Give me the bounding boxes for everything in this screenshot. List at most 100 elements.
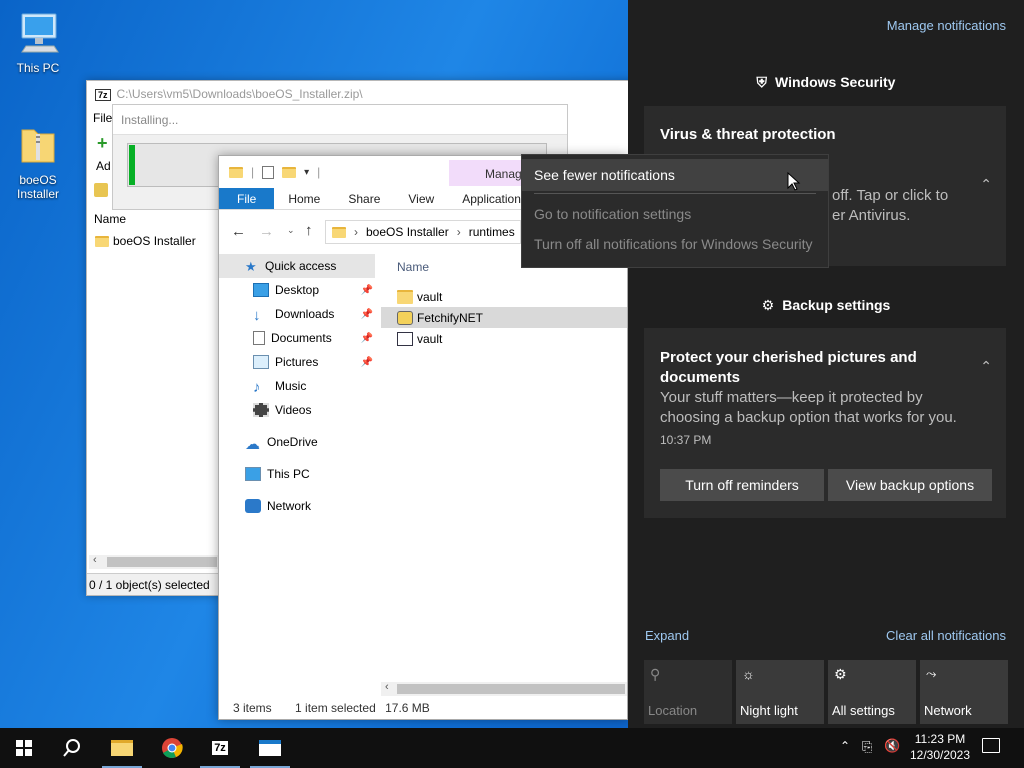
taskbar-7zip[interactable]: 7z [196,728,244,768]
menu-item-notification-settings[interactable]: Go to notification settings [522,198,828,230]
up-folder-icon[interactable] [94,183,108,197]
volume-muted-icon[interactable]: 🔇 [884,738,900,754]
clear-all-notifications-link[interactable]: Clear all notifications [886,628,1006,643]
nav-item-documents[interactable]: Documents 📌 [219,326,377,350]
clock-time: 11:23 PM [914,732,966,746]
installing-label: Installing... [113,105,567,135]
properties-icon[interactable] [262,165,275,179]
nav-item-network[interactable]: Network [219,494,377,518]
scroll-thumb[interactable] [397,684,625,694]
nav-item-music[interactable]: ♪ Music [219,374,377,398]
taskbar-chrome[interactable] [148,728,196,768]
list-item-label: boeOS Installer [113,234,196,248]
network-tray-icon[interactable]: ⎘ [862,739,872,755]
forward-icon[interactable]: → [259,223,274,240]
new-folder-icon[interactable] [282,166,297,178]
tab-home[interactable]: Home [274,188,334,209]
quick-action-all-settings[interactable]: ⚙ All settings [828,660,916,724]
list-item[interactable]: vault [381,286,627,307]
scroll-left-icon[interactable]: ‹ [385,681,389,693]
taskbar-file-explorer[interactable] [98,728,146,768]
manage-notifications-link[interactable]: Manage notifications [887,18,1006,33]
quick-action-night-light[interactable]: ☼ Night light [736,660,824,724]
view-backup-options-button[interactable]: View backup options [828,469,992,501]
breadcrumb-item[interactable]: runtimes [469,225,515,239]
chevron-up-icon[interactable]: ⌃ [980,358,992,375]
nav-item-label: Videos [275,403,312,417]
zip-folder-icon [21,129,55,163]
quick-action-label: Night light [740,703,798,718]
chrome-icon [162,738,183,758]
taskbar-installer-app[interactable] [246,728,294,768]
notification-center-icon[interactable] [982,738,1000,753]
explorer-hscrollbar[interactable]: ‹ [381,681,627,696]
chevron-down-icon[interactable]: ▾ [304,167,309,178]
quick-action-location[interactable]: ⚲ Location [644,660,732,724]
nav-item-this-pc[interactable]: This PC [219,462,377,486]
navigation-pane: ★ Quick access Desktop 📌 ↓ Downloads 📌 D… [219,254,377,518]
start-button[interactable] [0,728,48,768]
application-icon [397,310,413,325]
chevron-up-icon[interactable]: ⌃ [980,176,992,193]
breadcrumb-chevron-icon[interactable]: › [457,225,461,239]
sevenzip-icon: 7z [212,741,228,755]
expand-link[interactable]: Expand [645,628,689,643]
network-icon [245,499,261,513]
menu-item-see-fewer[interactable]: See fewer notifications [522,159,828,191]
notification-card-backup[interactable]: Protect your cherished pictures and docu… [644,328,1006,518]
tab-share[interactable]: Share [334,188,394,209]
nav-item-videos[interactable]: Videos [219,398,377,422]
sevenzip-column-name[interactable]: Name [94,212,126,226]
tab-view[interactable]: View [394,188,448,209]
sevenzip-hscrollbar[interactable]: ‹ [89,554,219,569]
group-title: Backup settings [782,297,891,313]
up-arrow-icon[interactable]: ↑ [305,222,313,239]
music-note-icon: ♪ [253,379,261,396]
chevron-up-icon[interactable]: ⌃ [840,739,850,753]
search-button[interactable] [48,728,96,768]
add-icon[interactable]: + [97,134,108,152]
pin-icon: 📌 [360,308,373,320]
taskbar-clock[interactable]: 11:23 PM 12/30/2023 [906,731,974,763]
back-icon[interactable]: ← [231,223,246,240]
file-list: Name vault FetchifyNET vault [381,254,627,685]
desktop-icon-label: boeOS Installer [16,173,60,201]
pin-icon: 📌 [360,356,373,368]
search-icon [63,739,80,757]
tab-file[interactable]: File [219,188,275,209]
scroll-thumb[interactable] [107,557,217,567]
turn-off-reminders-button[interactable]: Turn off reminders [660,469,824,501]
scroll-left-icon[interactable]: ‹ [93,554,97,566]
desktop-icon-this-pc[interactable]: This PC [6,10,70,75]
computer-icon [21,13,59,53]
list-item[interactable]: FetchifyNET [381,307,627,328]
recent-chevron-icon[interactable]: ⌄ [287,225,295,236]
taskbar: 7z ⌃ ⎘ 🔇 11:23 PM 12/30/2023 [0,728,1024,768]
address-bar[interactable]: › boeOS Installer › runtimes [325,220,521,244]
file-explorer-icon [111,740,133,756]
nav-item-pictures[interactable]: Pictures 📌 [219,350,377,374]
notification-time: 10:37 PM [660,433,712,447]
folder-icon [397,289,413,304]
list-item[interactable]: boeOS Installer [95,234,196,248]
breadcrumb-item[interactable]: boeOS Installer [366,225,449,239]
clock-date: 12/30/2023 [909,748,971,762]
desktop-icon-boeos-installer[interactable]: boeOS Installer [6,108,70,215]
nav-item-desktop[interactable]: Desktop 📌 [219,278,377,302]
sevenzip-title: C:\Users\vm5\Downloads\boeOS_Installer.z… [116,87,363,101]
quick-action-network[interactable]: ⤳ Network [920,660,1008,724]
notification-title: Protect your cherished pictures and docu… [660,349,917,386]
list-item[interactable]: vault [381,328,627,349]
nav-item-downloads[interactable]: ↓ Downloads 📌 [219,302,377,326]
sevenzip-menu-file[interactable]: File [93,111,112,125]
nav-item-quick-access[interactable]: ★ Quick access [219,254,375,278]
documents-icon [253,331,265,345]
menu-item-turn-off-all[interactable]: Turn off all notifications for Windows S… [522,228,828,260]
menu-separator [534,193,816,194]
nav-item-onedrive[interactable]: ☁ OneDrive [219,430,377,454]
breadcrumb-chevron-icon[interactable]: › [354,225,358,239]
nav-item-label: Music [275,379,307,393]
pin-icon: 📌 [360,284,373,296]
notification-body-line: er Antivirus. [832,207,911,224]
file-name: FetchifyNET [417,310,484,325]
